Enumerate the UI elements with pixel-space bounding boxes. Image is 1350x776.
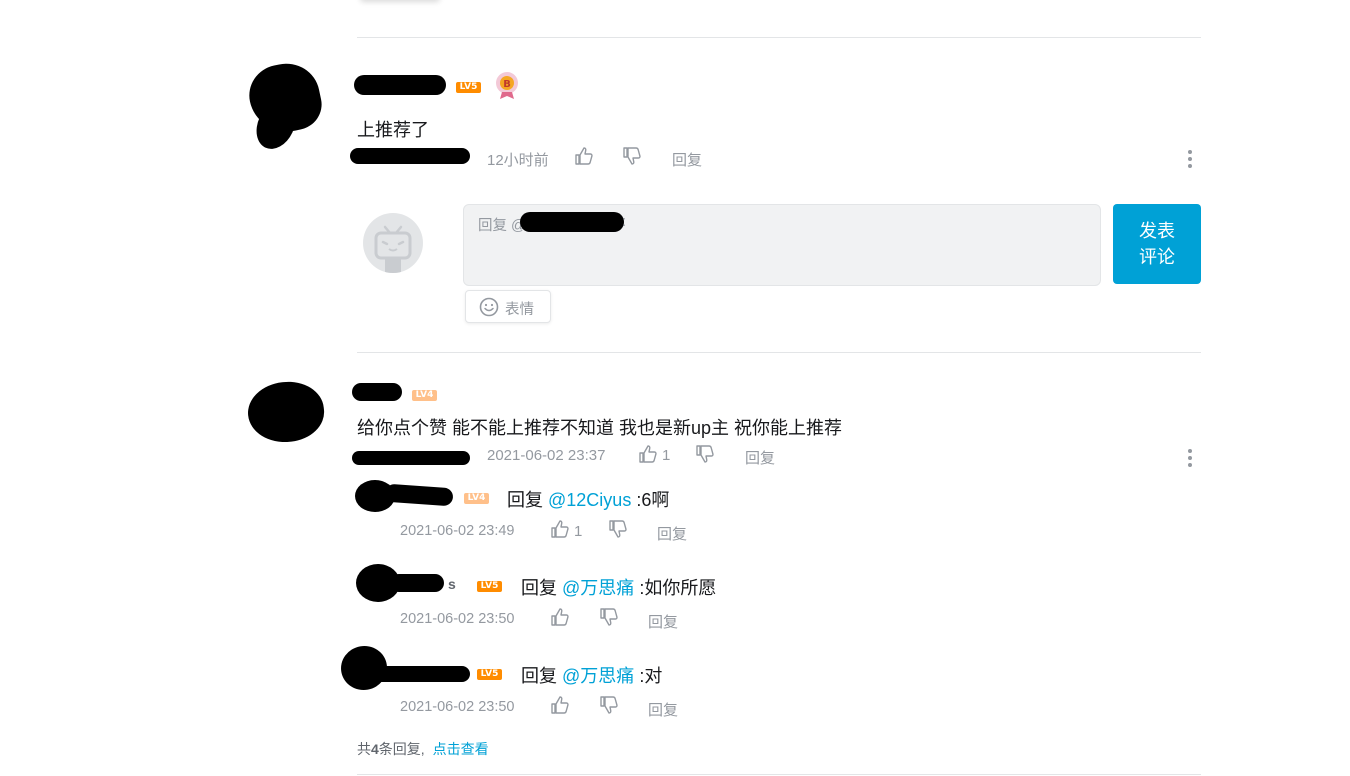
emoji-label: 表情 xyxy=(505,302,534,318)
avatar[interactable] xyxy=(245,378,327,446)
device-info-redacted xyxy=(352,451,470,465)
view-all-replies-link[interactable]: 点击查看 xyxy=(433,741,489,757)
sub-reply-text: 回复 @12Ciyus :6啊 xyxy=(507,486,669,512)
level-badge: LV5 xyxy=(477,669,502,680)
reply-button[interactable]: 回复 xyxy=(745,447,775,468)
submit-label-line1: 发表 xyxy=(1139,221,1175,241)
username-redacted[interactable] xyxy=(390,574,444,592)
thumbs-up-icon[interactable] xyxy=(638,444,658,464)
medal-icon: B xyxy=(494,70,520,100)
reply-time: 2021-06-02 23:50 xyxy=(400,699,515,715)
comment-time: 12小时前 xyxy=(487,152,549,169)
svg-text:B: B xyxy=(503,79,511,90)
device-info-redacted xyxy=(350,148,470,164)
reply-button[interactable]: 回复 xyxy=(672,149,702,170)
sub-reply-text: 回复 @万思痛 :对 xyxy=(521,662,662,688)
thumbs-up-icon[interactable] xyxy=(574,146,594,166)
summary-count: 4 xyxy=(371,741,379,757)
reply-button[interactable]: 回复 xyxy=(648,611,678,632)
username-redacted[interactable] xyxy=(372,666,470,682)
username-tail: s xyxy=(448,576,456,592)
mention-link[interactable]: @12Ciyus xyxy=(548,490,631,510)
more-vertical-icon[interactable] xyxy=(1188,150,1192,171)
summary-suffix: 条回复, xyxy=(378,741,425,757)
thumbs-down-icon[interactable] xyxy=(599,607,619,627)
divider xyxy=(357,352,1201,353)
reply-prefix: 回复 xyxy=(507,490,543,510)
reply-time: 2021-06-02 23:50 xyxy=(400,611,515,627)
reply-button[interactable]: 回复 xyxy=(648,699,678,720)
mention-link[interactable]: @万思痛 xyxy=(562,578,634,598)
mention-link[interactable]: @万思痛 xyxy=(562,666,634,686)
like-count: 1 xyxy=(662,447,671,464)
mention-redacted xyxy=(520,212,624,232)
reply-prefix: 回复 xyxy=(521,578,557,598)
divider xyxy=(357,37,1201,38)
replies-summary: 共4条回复, 点击查看 xyxy=(357,739,489,759)
thumbs-down-icon[interactable] xyxy=(695,444,715,464)
sub-reply-text: 回复 @万思痛 :如你所愿 xyxy=(521,574,716,600)
thumbs-down-icon[interactable] xyxy=(622,146,642,166)
emoji-button[interactable]: 表情 xyxy=(465,290,551,323)
reply-button[interactable]: 回复 xyxy=(657,523,687,544)
username-redacted[interactable] xyxy=(384,483,454,507)
like-count: 1 xyxy=(574,523,583,540)
thumbs-up-icon[interactable] xyxy=(550,607,570,627)
thumbs-down-icon[interactable] xyxy=(608,519,628,539)
reply-placeholder-prefix: 回复 @ xyxy=(478,218,526,234)
divider xyxy=(357,774,1201,775)
username-redacted[interactable] xyxy=(352,383,402,401)
reply-time: 2021-06-02 23:49 xyxy=(400,523,515,539)
tv-avatar-icon xyxy=(363,213,423,273)
level-badge: LV4 xyxy=(464,493,489,504)
submit-label-line2: 评论 xyxy=(1139,247,1175,267)
thumbs-up-icon[interactable] xyxy=(550,695,570,715)
summary-prefix: 共 xyxy=(357,741,371,757)
comment-text: 上推荐了 xyxy=(357,120,429,140)
username-redacted[interactable] xyxy=(354,75,446,95)
comment-time: 2021-06-02 23:37 xyxy=(487,447,606,464)
level-badge: LV5 xyxy=(456,82,481,93)
reply-content: :如你所愿 xyxy=(639,578,717,598)
thumbs-down-icon[interactable] xyxy=(599,695,619,715)
submit-comment-button[interactable]: 发表 评论 xyxy=(1113,204,1201,284)
more-vertical-icon[interactable] xyxy=(1188,449,1192,470)
reply-textarea[interactable]: 回复 @ : xyxy=(463,204,1101,286)
reply-placeholder-suffix: : xyxy=(622,214,627,230)
reply-content: :对 xyxy=(639,666,663,686)
level-badge: LV4 xyxy=(412,390,437,401)
level-badge: LV5 xyxy=(477,581,502,592)
reply-content: :6啊 xyxy=(636,490,670,510)
reply-prefix: 回复 xyxy=(521,666,557,686)
thumbs-up-icon[interactable] xyxy=(550,519,570,539)
comment-text: 给你点个赞 能不能上推荐不知道 我也是新up主 祝你能上推荐 xyxy=(357,418,843,438)
smile-icon xyxy=(479,297,499,317)
